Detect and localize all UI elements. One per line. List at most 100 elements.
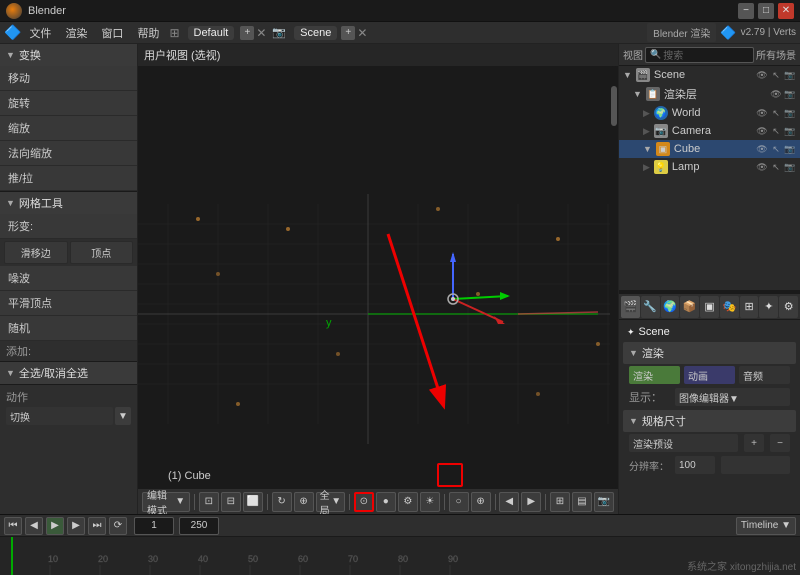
- props-tab-material[interactable]: 🎭: [720, 296, 739, 318]
- resolution-header[interactable]: ▼ 规格尺寸: [623, 410, 796, 432]
- outliner-item-scene[interactable]: ▼ 🎬 Scene 👁 ↖ 📷: [619, 66, 800, 84]
- res-y[interactable]: [721, 456, 790, 474]
- camera-eye[interactable]: 👁: [756, 125, 768, 137]
- vp-btn-snap[interactable]: ⊕: [294, 492, 314, 512]
- frame-start-field[interactable]: 1: [134, 517, 174, 535]
- frame-end-field[interactable]: 250: [179, 517, 219, 535]
- all-scenes-label[interactable]: 所有场景: [756, 47, 796, 62]
- camera-render[interactable]: 📷: [784, 125, 796, 137]
- props-tab-scene[interactable]: 🔧: [641, 296, 660, 318]
- vp-btn-camera[interactable]: 📷: [594, 492, 614, 512]
- props-tab-physics[interactable]: ⚙: [779, 296, 798, 318]
- tool-move[interactable]: 移动: [0, 66, 137, 91]
- viewport-scrollbar[interactable]: [610, 66, 618, 488]
- preset-menu-btn[interactable]: −: [770, 434, 790, 452]
- tool-random[interactable]: 随机: [0, 316, 137, 341]
- world-cursor[interactable]: ↖: [770, 107, 782, 119]
- render-icon[interactable]: 📷: [784, 69, 796, 81]
- menu-window[interactable]: 窗口: [95, 23, 129, 43]
- scrollbar-thumb[interactable]: [611, 86, 617, 126]
- mode-selector[interactable]: 编辑模式 ▼: [142, 492, 190, 512]
- switch-arrow[interactable]: ▼: [115, 407, 131, 425]
- tl-end[interactable]: ⏭: [88, 517, 106, 535]
- cube-eye[interactable]: 👁: [756, 143, 768, 155]
- layer-eye[interactable]: 👁: [770, 88, 782, 100]
- vp-btn-fwd[interactable]: ▶: [521, 492, 541, 512]
- camera-cursor[interactable]: ↖: [770, 125, 782, 137]
- tl-prev[interactable]: ◀: [25, 517, 43, 535]
- tool-push-pull[interactable]: 推/拉: [0, 166, 137, 191]
- tool-scale[interactable]: 缩放: [0, 116, 137, 141]
- add-workspace-button[interactable]: +: [240, 26, 254, 40]
- mesh-tools-header[interactable]: ▼ 网格工具: [0, 192, 137, 214]
- cube-render[interactable]: 📷: [784, 143, 796, 155]
- workspace-selector[interactable]: Default: [188, 26, 235, 40]
- outliner-item-cube[interactable]: ▼ ▣ Cube 👁 ↖ 📷: [619, 140, 800, 158]
- tl-next[interactable]: ▶: [67, 517, 85, 535]
- tl-play[interactable]: ▶: [46, 517, 64, 535]
- timeline-ruler[interactable]: 10 20 30 40 50 60 70 80 90 系统之家 xitongzh…: [0, 537, 800, 575]
- vp-btn-edge-select[interactable]: ⊟: [221, 492, 241, 512]
- search-box[interactable]: 🔍 搜索: [645, 47, 754, 63]
- vp-btn-pv2[interactable]: ⊕: [471, 492, 491, 512]
- tl-mode[interactable]: ⏮: [4, 517, 22, 535]
- tool-smooth-vertex[interactable]: 平滑顶点: [0, 291, 137, 316]
- tl-loop[interactable]: ⟳: [109, 517, 127, 535]
- world-render[interactable]: 📷: [784, 107, 796, 119]
- vp-btn-solid[interactable]: ●: [376, 492, 396, 512]
- outliner-item-layer[interactable]: ▼ 📋 渲染层 👁 📷: [619, 84, 800, 104]
- vp-btn-xray[interactable]: ⊙: [354, 492, 374, 512]
- tool-rotate[interactable]: 旋转: [0, 91, 137, 116]
- eye-icon[interactable]: 👁: [756, 69, 768, 81]
- menu-render[interactable]: 渲染: [59, 23, 93, 43]
- menu-help[interactable]: 帮助: [131, 23, 165, 43]
- animation-button[interactable]: 动画: [684, 366, 735, 384]
- vp-btn-vertex-select[interactable]: ⊡: [199, 492, 219, 512]
- layer-render[interactable]: 📷: [784, 88, 796, 100]
- vp-btn-grid[interactable]: ⊞: [550, 492, 570, 512]
- lamp-render[interactable]: 📷: [784, 161, 796, 173]
- audio-button[interactable]: 音频: [739, 366, 790, 384]
- render-button[interactable]: 渲染: [629, 366, 680, 384]
- props-tab-particles[interactable]: ✦: [759, 296, 778, 318]
- maximize-button[interactable]: □: [758, 3, 774, 19]
- close-button[interactable]: ✕: [778, 3, 794, 19]
- add-scene-button[interactable]: +: [341, 26, 355, 40]
- outliner-item-world[interactable]: ▶ 🌍 World 👁 ↖ 📷: [619, 104, 800, 122]
- close-scene-icon[interactable]: ✕: [357, 26, 367, 40]
- transform-header[interactable]: ▼ 变换: [0, 44, 137, 66]
- select-header[interactable]: ▼ 全选/取消全选: [0, 362, 137, 384]
- preset-value[interactable]: 渲染预设: [629, 434, 738, 452]
- render-section-header[interactable]: ▼ 渲染: [623, 342, 796, 364]
- props-tab-mesh[interactable]: ▣: [700, 296, 719, 318]
- vp-btn-face-select[interactable]: ⬜: [243, 492, 263, 512]
- vp-btn-pv1[interactable]: ○: [449, 492, 469, 512]
- tool-deform[interactable]: 形变:: [0, 214, 137, 239]
- minimize-button[interactable]: −: [738, 3, 754, 19]
- vp-btn-rotate[interactable]: ↻: [272, 492, 292, 512]
- vp-btn-back[interactable]: ◀: [499, 492, 519, 512]
- props-tab-object[interactable]: 📦: [680, 296, 699, 318]
- menu-file[interactable]: 文件: [23, 23, 57, 43]
- timeline-type-selector[interactable]: Timeline ▼: [736, 517, 796, 535]
- vp-btn-material[interactable]: ⚙: [398, 492, 418, 512]
- props-tab-texture[interactable]: ⊞: [740, 296, 759, 318]
- preset-add-btn[interactable]: +: [744, 434, 764, 452]
- vp-btn-global[interactable]: 全局 ▼: [316, 492, 346, 512]
- outliner-item-lamp[interactable]: ▶ 💡 Lamp 👁 ↖ 📷: [619, 158, 800, 176]
- props-tab-render[interactable]: 🎬: [621, 296, 640, 318]
- display-value[interactable]: 图像编辑器▼: [675, 388, 790, 406]
- switch-field[interactable]: 切换: [6, 407, 113, 425]
- lamp-eye[interactable]: 👁: [756, 161, 768, 173]
- cursor-icon[interactable]: ↖: [770, 69, 782, 81]
- world-eye[interactable]: 👁: [756, 107, 768, 119]
- btn-slide-edge[interactable]: 滑移边: [4, 241, 68, 264]
- scene-selector[interactable]: Scene: [294, 26, 337, 40]
- outliner-item-camera[interactable]: ▶ 📷 Camera 👁 ↖ 📷: [619, 122, 800, 140]
- res-x[interactable]: 100: [675, 456, 715, 474]
- btn-vertex[interactable]: 顶点: [70, 241, 134, 264]
- engine-label[interactable]: Blender 渲染: [647, 23, 716, 42]
- props-tab-world[interactable]: 🌍: [661, 296, 680, 318]
- viewport[interactable]: 用户视图 (选视): [138, 44, 618, 514]
- cube-cursor[interactable]: ↖: [770, 143, 782, 155]
